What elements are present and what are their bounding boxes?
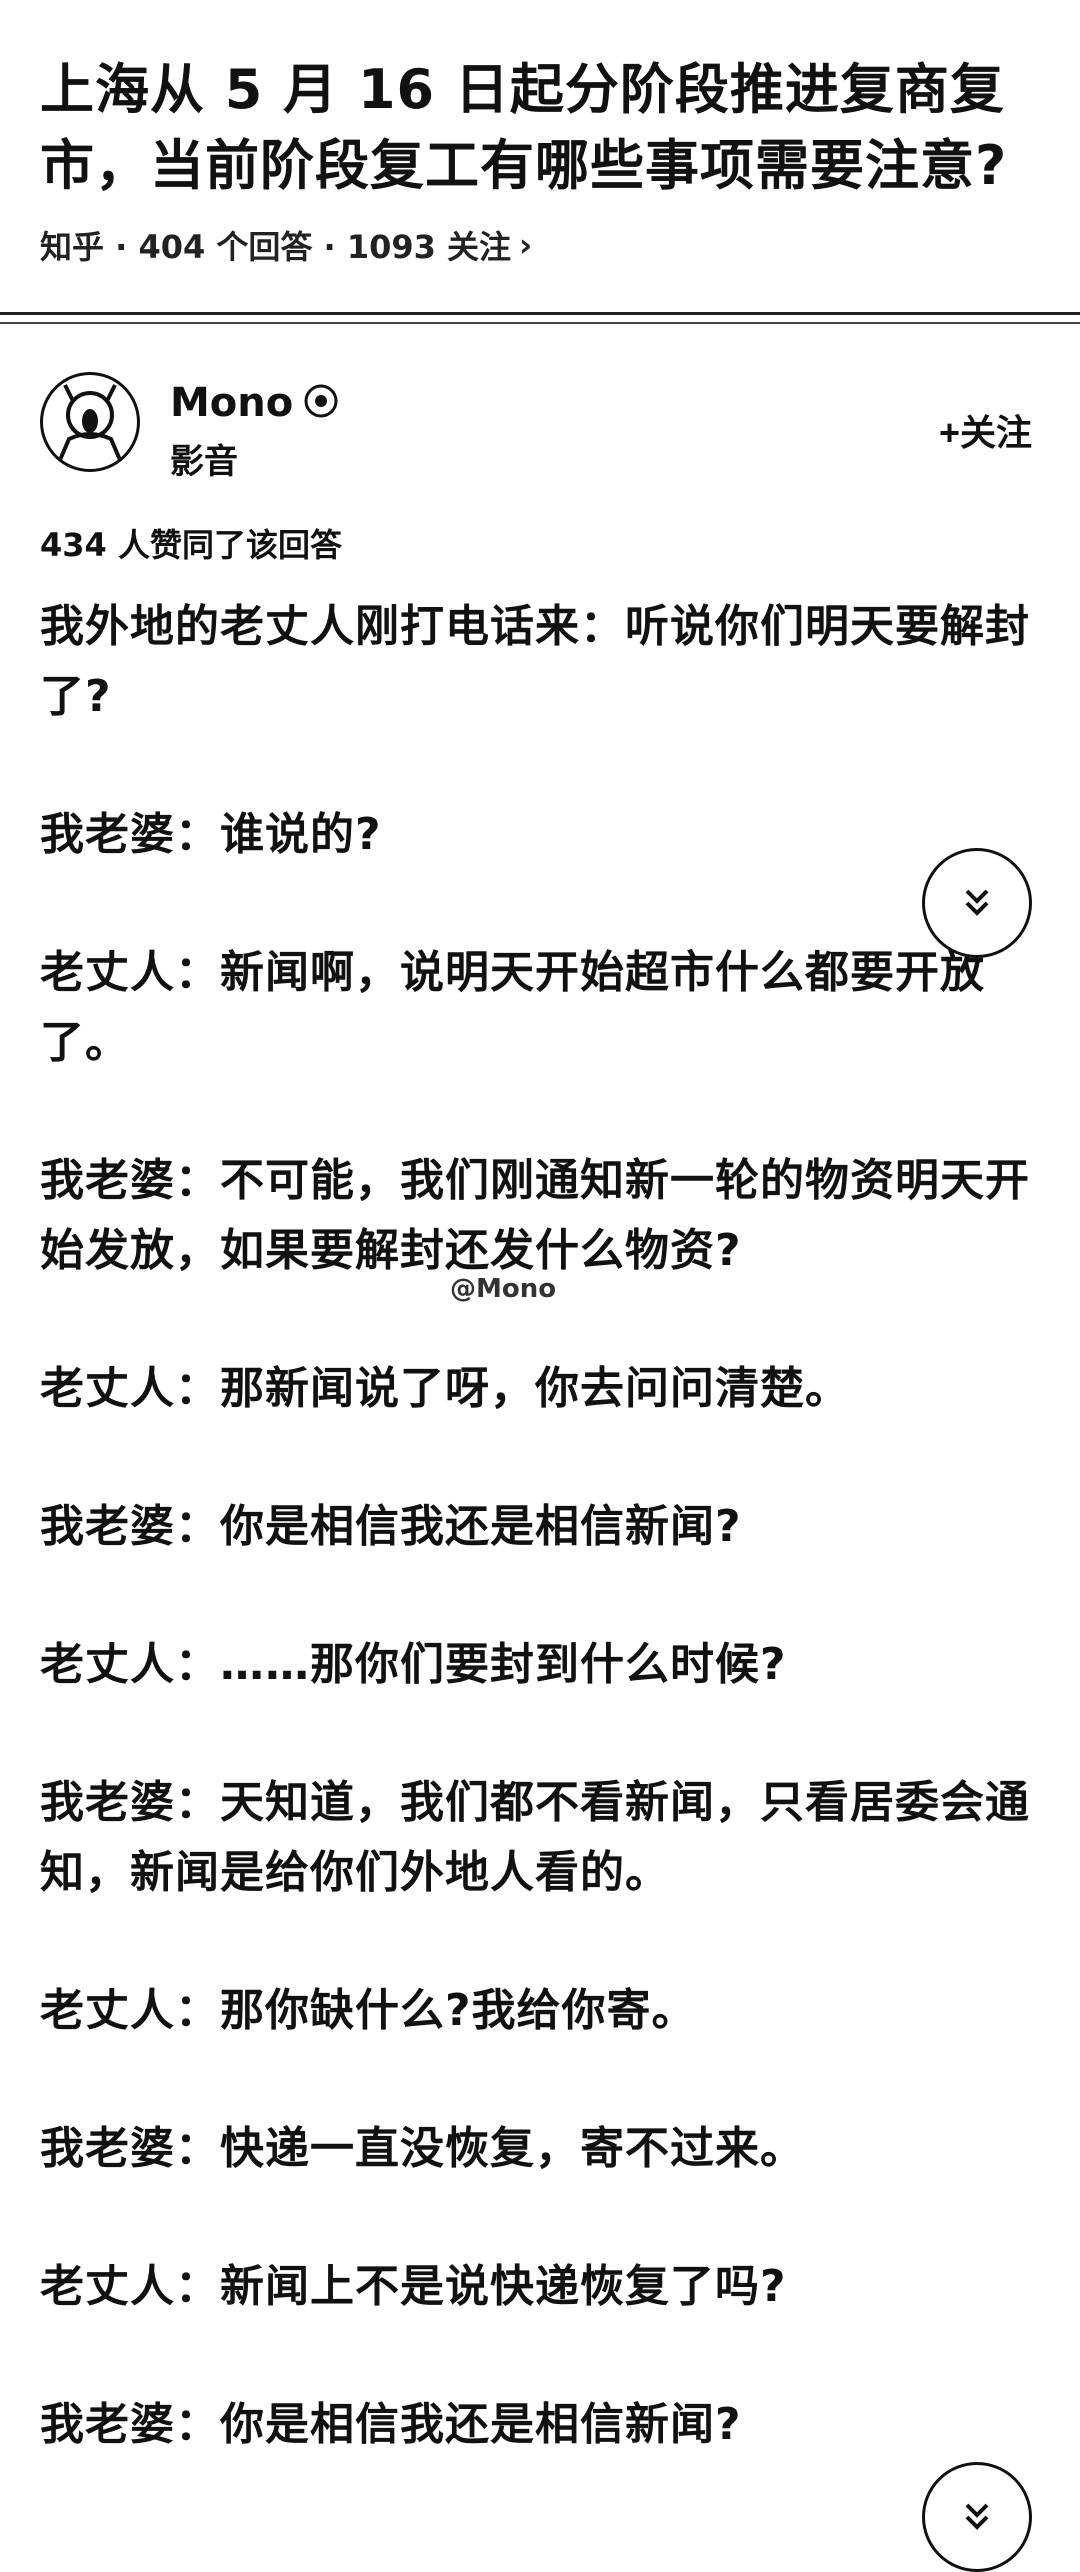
chevron-right-icon: › <box>519 226 533 264</box>
answer-paragraph: 我老婆：你是相信我还是相信新闻? <box>40 2399 742 2450</box>
author-row: Mono 影音 +关注 <box>40 372 1040 482</box>
author-name-row: Mono <box>170 380 339 426</box>
author-name[interactable]: Mono <box>170 380 293 426</box>
question-meta[interactable]: 知乎 · 404 个回答 · 1093 关注 › <box>40 222 1040 268</box>
question-meta-text: 知乎 · 404 个回答 · 1093 关注 <box>40 228 512 266</box>
answer-content: 我外地的老丈人刚打电话来：听说你们明天要解封了? 我老婆：谁说的? 老丈人：新闻… <box>40 592 1030 2528</box>
collapse-button[interactable] <box>922 2462 1032 2572</box>
answer-paragraph: 老丈人：新闻啊，说明天开始超市什么都要开放了。 <box>40 947 985 1068</box>
double-chevron-down-icon <box>965 889 989 916</box>
divider <box>0 322 1080 324</box>
verified-badge-icon <box>303 383 339 423</box>
avatar-icon[interactable] <box>40 372 140 472</box>
answer-paragraph: 老丈人：……那你们要封到什么时候? <box>40 1639 787 1690</box>
question-title[interactable]: 上海从 5 月 16 日起分阶段推进复商复市，当前阶段复工有哪些事项需要注意? <box>40 52 1040 204</box>
double-chevron-down-icon <box>965 2503 989 2530</box>
answer-paragraph: 我老婆：不可能，我们刚通知新一轮的物资明天开始发放，如果要解封还发什么物资? <box>40 1155 1030 1276</box>
author-description: 影音 <box>170 442 238 482</box>
answer-paragraph: 我老婆：快递一直没恢复，寄不过来。 <box>40 2123 805 2174</box>
answer-paragraph: 老丈人：那新闻说了呀，你去问问清楚。 <box>40 1363 850 1414</box>
question-header: 上海从 5 月 16 日起分阶段推进复商复市，当前阶段复工有哪些事项需要注意? … <box>40 52 1040 268</box>
collapse-button[interactable] <box>922 848 1032 958</box>
answer-paragraph: 我老婆：天知道，我们都不看新闻，只看居委会通知，新闻是给你们外地人看的。 <box>40 1777 1030 1898</box>
divider <box>0 312 1080 315</box>
answer-paragraph: 我老婆：你是相信我还是相信新闻? <box>40 1501 742 1552</box>
answer-paragraph: 我外地的老丈人刚打电话来：听说你们明天要解封了? <box>40 601 1030 722</box>
answer-paragraph: 我老婆：谁说的? <box>40 809 382 860</box>
watermark: @Mono <box>450 1274 557 1304</box>
answer-paragraph: 老丈人：新闻上不是说快递恢复了吗? <box>40 2261 787 2312</box>
follow-button[interactable]: +关注 <box>931 400 1040 460</box>
answer-paragraph: 老丈人：那你缺什么?我给你寄。 <box>40 1985 697 2036</box>
likes-count: 434 人赞同了该回答 <box>40 526 342 564</box>
